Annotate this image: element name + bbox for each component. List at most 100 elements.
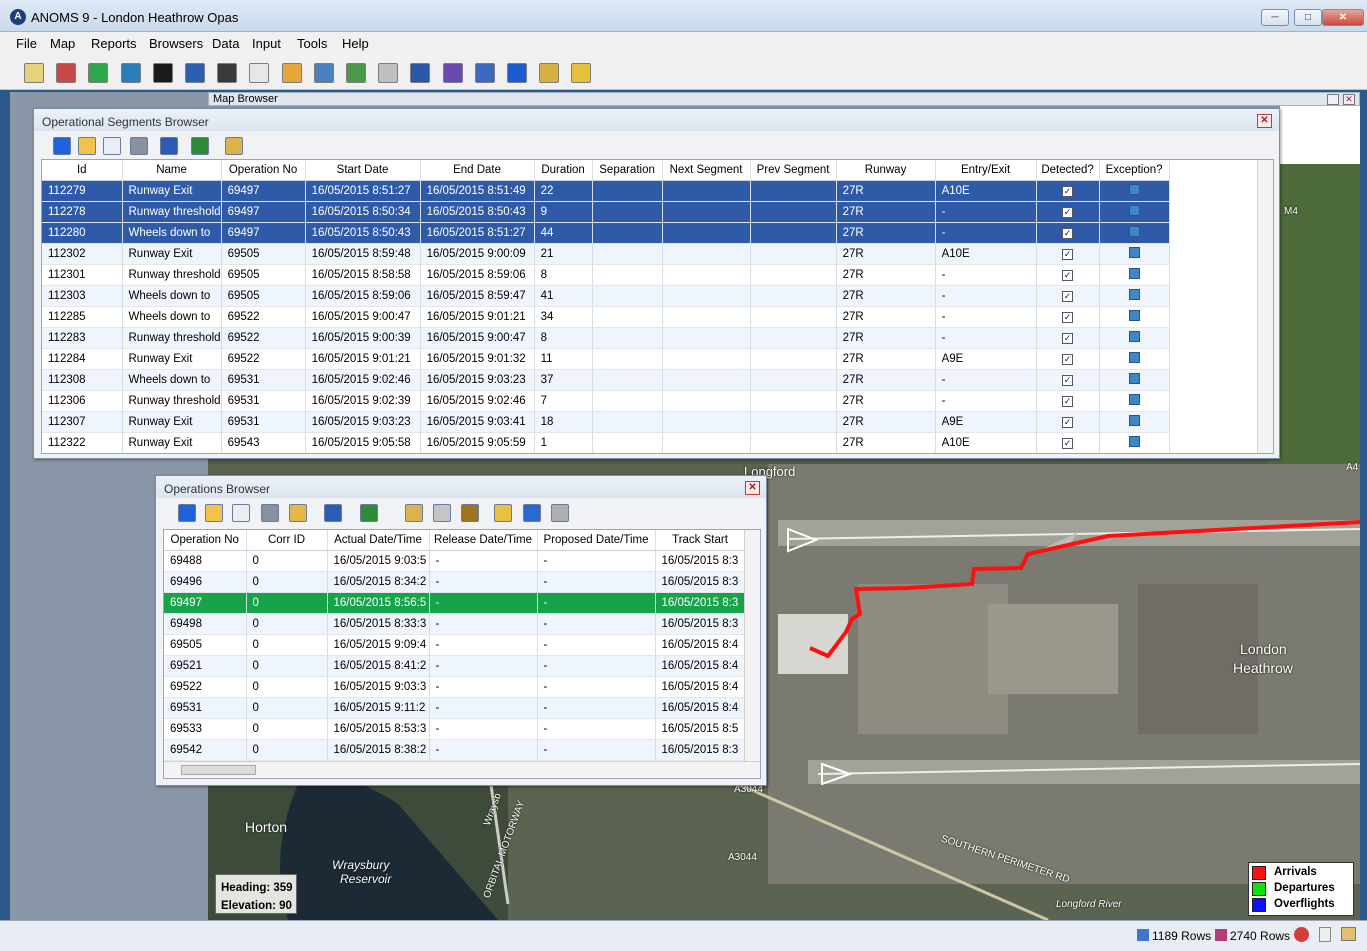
display-icon[interactable] — [410, 63, 431, 83]
word-export-icon[interactable] — [324, 504, 342, 522]
menu-file[interactable]: File — [16, 36, 37, 51]
detected-checkbox[interactable]: ✓ — [1062, 206, 1074, 218]
table-row[interactable]: 112280 Wheels down to 69497 16/05/2015 8:50… — [42, 222, 1170, 244]
column-header[interactable]: Proposed Date/Time — [537, 530, 656, 551]
exception-checkbox[interactable] — [1128, 225, 1140, 237]
detected-checkbox[interactable]: ✓ — [1062, 290, 1074, 302]
table-row[interactable]: 69488 0 16/05/2015 9:03:5- -16/05/2015 8:3 — [164, 550, 746, 572]
column-header[interactable]: Actual Date/Time — [327, 530, 430, 551]
gear-icon[interactable] — [1294, 927, 1309, 942]
exception-checkbox[interactable] — [1128, 246, 1140, 258]
exception-checkbox[interactable] — [1128, 414, 1140, 426]
excel-export-icon[interactable] — [360, 504, 378, 522]
menu-input[interactable]: Input — [252, 36, 281, 51]
maximize-button[interactable]: □ — [1294, 9, 1322, 26]
table-row[interactable]: 112284 Runway Exit 69522 16/05/2015 9:01:21… — [42, 348, 1170, 370]
detected-checkbox[interactable]: ✓ — [1062, 374, 1074, 386]
map-icon[interactable] — [56, 63, 77, 83]
landscape-icon[interactable] — [313, 63, 334, 83]
filter-icon[interactable] — [523, 504, 541, 522]
column-header[interactable]: Corr ID — [246, 530, 328, 551]
column-header[interactable]: Release Date/Time — [429, 530, 538, 551]
print-icon[interactable] — [261, 504, 279, 522]
segments-scrollbar[interactable] — [1257, 160, 1273, 453]
layers-icon[interactable] — [1341, 927, 1356, 941]
column-header[interactable]: Prev Segment — [750, 160, 837, 181]
exception-checkbox[interactable] — [1128, 267, 1140, 279]
edit-icon[interactable] — [289, 504, 307, 522]
table-row[interactable]: 112308 Wheels down to 69531 16/05/2015 9:02… — [42, 369, 1170, 391]
column-header[interactable]: Entry/Exit — [935, 160, 1037, 181]
print-icon[interactable] — [130, 137, 148, 155]
table-row[interactable]: 112285 Wheels down to 69522 16/05/2015 9:00… — [42, 306, 1170, 328]
exception-checkbox[interactable] — [1128, 183, 1140, 195]
table-row[interactable]: 69496 0 16/05/2015 8:34:2- -16/05/2015 8:3 — [164, 571, 746, 593]
exception-checkbox[interactable] — [1128, 204, 1140, 216]
detected-checkbox[interactable]: ✓ — [1062, 395, 1074, 407]
exception-checkbox[interactable] — [1128, 330, 1140, 342]
detected-checkbox[interactable]: ✓ — [1062, 353, 1074, 365]
table-row[interactable]: 112306 Runway threshold 69531 16/05/2015 9:… — [42, 390, 1170, 412]
detected-checkbox[interactable]: ✓ — [1062, 332, 1074, 344]
refresh-icon[interactable] — [88, 63, 109, 83]
copy-icon[interactable] — [103, 137, 121, 155]
column-header[interactable]: End Date — [420, 160, 535, 181]
menu-reports[interactable]: Reports — [91, 36, 137, 51]
detected-checkbox[interactable]: ✓ — [1062, 269, 1074, 281]
table-row[interactable]: 69521 0 16/05/2015 8:41:2- -16/05/2015 8:4 — [164, 655, 746, 677]
column-header[interactable]: Detected? — [1036, 160, 1100, 181]
column-header[interactable]: Exception? — [1099, 160, 1170, 181]
alert-icon[interactable] — [507, 63, 527, 83]
close-button[interactable]: ✕ — [1322, 9, 1364, 26]
export-icon[interactable] — [346, 63, 366, 83]
operations-vscrollbar[interactable] — [744, 530, 760, 761]
table-row[interactable]: 112302 Runway Exit 69505 16/05/2015 8:59:48… — [42, 243, 1170, 265]
table-row[interactable]: 112283 Runway threshold 69522 16/05/2015 9:… — [42, 327, 1170, 349]
operations-table[interactable]: Operation No Corr ID Actual Date/Time Relea… — [163, 529, 761, 779]
column-header[interactable]: Separation — [592, 160, 663, 181]
info-icon[interactable] — [53, 137, 71, 155]
segments-close-button[interactable]: ✕ — [1257, 114, 1272, 128]
table-icon[interactable] — [249, 63, 270, 83]
column-header[interactable]: Duration — [534, 160, 593, 181]
table-row[interactable]: 112303 Wheels down to 69505 16/05/2015 8:59… — [42, 285, 1170, 307]
menu-help[interactable]: Help — [342, 36, 369, 51]
lock-icon[interactable] — [494, 504, 512, 522]
exception-checkbox[interactable] — [1128, 309, 1140, 321]
chart-icon[interactable] — [217, 63, 238, 83]
map-close-button[interactable]: ✕ — [1343, 94, 1355, 105]
exception-checkbox[interactable] — [1128, 351, 1140, 363]
info-icon[interactable] — [178, 504, 196, 522]
tools-icon[interactable] — [405, 504, 423, 522]
column-header[interactable]: Runway — [836, 160, 936, 181]
column-header[interactable]: Operation No — [221, 160, 306, 181]
tools-icon[interactable] — [474, 63, 495, 83]
menu-data[interactable]: Data — [212, 36, 239, 51]
copy-icon[interactable] — [232, 504, 250, 522]
table-row[interactable]: 69542 0 16/05/2015 8:38:2- -16/05/2015 8:3 — [164, 739, 746, 761]
detected-checkbox[interactable]: ✓ — [1062, 248, 1074, 260]
column-header[interactable]: Start Date — [305, 160, 421, 181]
detected-checkbox[interactable]: ✓ — [1062, 437, 1074, 449]
table-row[interactable]: 69522 0 16/05/2015 9:03:3- -16/05/2015 8:4 — [164, 676, 746, 698]
exception-checkbox[interactable] — [1128, 435, 1140, 447]
table-row[interactable]: 112301 Runway threshold 69505 16/05/2015 8:… — [42, 264, 1170, 286]
operations-close-button[interactable]: ✕ — [745, 481, 760, 495]
open-folder-icon[interactable] — [205, 504, 223, 522]
excel-export-icon[interactable] — [191, 137, 209, 155]
detected-checkbox[interactable]: ✓ — [1062, 311, 1074, 323]
camera-icon[interactable] — [152, 63, 173, 83]
globe-icon[interactable] — [120, 63, 141, 83]
table-row[interactable]: 69533 0 16/05/2015 8:53:3- -16/05/2015 8:5 — [164, 718, 746, 740]
detected-checkbox[interactable]: ✓ — [1062, 227, 1074, 239]
detected-checkbox[interactable]: ✓ — [1062, 185, 1074, 197]
hscroll-thumb[interactable] — [181, 765, 256, 775]
table-row[interactable]: 112322 Runway Exit 69543 16/05/2015 9:05:58… — [42, 432, 1170, 453]
menu-tools[interactable]: Tools — [297, 36, 327, 51]
column-header[interactable]: Track Start — [655, 530, 746, 551]
column-header[interactable]: Id — [42, 160, 123, 181]
table-row[interactable]: 69531 0 16/05/2015 9:11:2- -16/05/2015 8:4 — [164, 697, 746, 719]
tools-icon[interactable] — [225, 137, 243, 155]
aircraft-icon[interactable] — [185, 63, 205, 83]
help-icon[interactable] — [571, 63, 592, 83]
